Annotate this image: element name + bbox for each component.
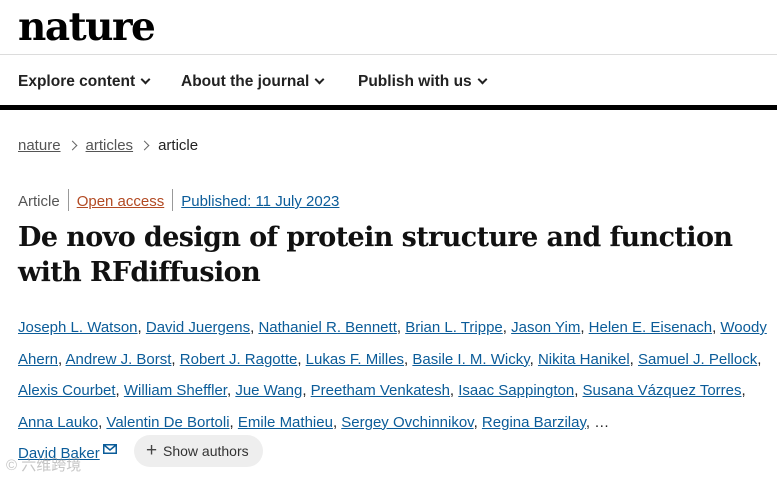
chevron-down-icon [314,74,325,85]
open-access-link[interactable]: Open access [77,193,165,210]
author-ellipsis: … [594,413,610,431]
show-authors-label: Show authors [163,443,249,459]
author-link[interactable]: Lukas F. Milles [306,351,404,368]
nav-item-label: About the journal [181,73,310,90]
author-link[interactable]: Nikita Hanikel [538,351,630,368]
author-link[interactable]: Isaac Sappington [458,382,574,399]
author-link[interactable]: Joseph L. Watson [18,319,138,336]
author-link[interactable]: Emile Mathieu [238,414,333,431]
show-authors-button[interactable]: + Show authors [134,435,263,467]
divider [172,189,174,211]
author-link[interactable]: Samuel J. Pellock [638,351,757,368]
author-link[interactable]: Valentin De Bortoli [106,414,229,431]
published-date-link[interactable]: Published: 11 July 2023 [181,193,339,210]
author-link[interactable]: Sergey Ovchinnikov [341,414,473,431]
nav-publish-with-us[interactable]: Publish with us [358,72,488,92]
mail-icon[interactable] [102,444,117,455]
author-link[interactable]: David Juergens [146,319,250,336]
breadcrumb: nature articles article [18,136,198,156]
nav-explore-content[interactable]: Explore content [18,72,151,92]
plus-icon: + [146,440,158,461]
author-list: Joseph L. Watson, David Juergens, Nathan… [18,319,767,463]
author-link[interactable]: Brian L. Trippe [405,319,503,336]
breadcrumb-link-nature[interactable]: nature [18,137,61,154]
divider [67,189,69,211]
author-link[interactable]: Alexis Courbet [18,382,116,399]
nav-item-label: Explore content [18,73,136,90]
nature-logo[interactable]: nature [18,4,156,50]
chevron-right-icon [139,140,150,151]
article-title: De novo design of protein structure and … [18,222,733,288]
nav-about-journal[interactable]: About the journal [181,72,325,92]
nav-item-label: Publish with us [358,73,472,90]
breadcrumb-link-articles[interactable]: articles [86,137,134,154]
author-link[interactable]: Nathaniel R. Bennett [258,319,396,336]
chevron-down-icon [477,74,488,85]
author-link[interactable]: Helen E. Eisenach [589,319,712,336]
author-link[interactable]: Jue Wang [235,382,302,399]
author-link[interactable]: Basile I. M. Wicky [412,351,529,368]
article-meta: Article Open access Published: 11 July 202… [18,189,339,213]
author-link[interactable]: Anna Lauko [18,414,98,431]
author-link[interactable]: Preetham Venkatesh [311,382,450,399]
article-type: Article [18,192,60,210]
author-link[interactable]: Robert J. Ragotte [180,351,298,368]
author-link[interactable]: Andrew J. Borst [66,351,172,368]
author-link[interactable]: Regina Barzilay [482,414,586,431]
watermark: © 六维跨境 [6,457,82,474]
author-link[interactable]: Susana Vázquez Torres [583,382,742,399]
chevron-right-icon [67,140,77,151]
chevron-down-icon [140,74,151,85]
main-nav: Explore content About the journal Publis… [0,55,777,110]
author-link[interactable]: William Sheffler [124,382,227,399]
author-link[interactable]: Jason Yim [511,319,580,336]
site-header: nature [0,0,777,55]
breadcrumb-current: article [158,137,199,154]
